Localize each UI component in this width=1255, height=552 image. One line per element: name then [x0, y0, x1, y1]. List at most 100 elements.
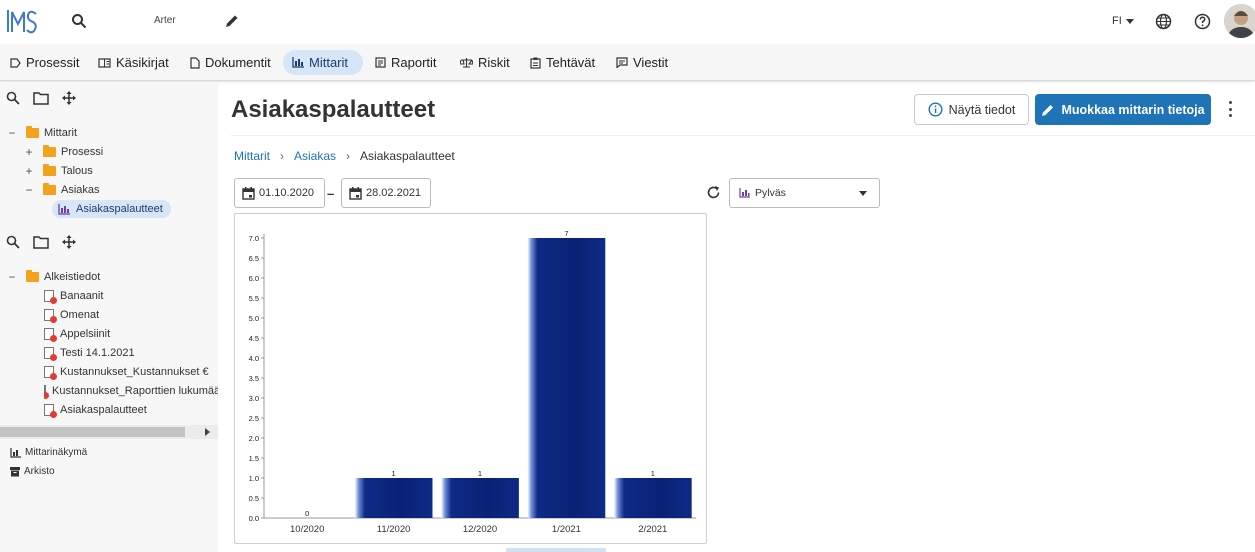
caret-down-icon [859, 191, 867, 196]
expand-toggle[interactable]: + [23, 164, 35, 178]
search-icon[interactable] [71, 13, 87, 29]
list-item[interactable]: Kustannukset_Raporttien lukumää [44, 382, 218, 400]
breadcrumb-asiakas[interactable]: Asiakas [294, 149, 336, 163]
link-mittarinakyma[interactable]: Mittarinäkymä [10, 447, 87, 458]
tree-label: Alkeistiedot [44, 271, 101, 283]
tab-viestit[interactable]: Viestit [607, 50, 677, 75]
tab-kasikirjat[interactable]: Käsikirjat [89, 50, 178, 75]
scrollbar-thumb[interactable] [0, 427, 185, 437]
tree-item-mittarit[interactable]: − Mittarit [6, 124, 77, 142]
move-icon[interactable] [62, 91, 76, 105]
tree-item-asiakas[interactable]: − Asiakas [23, 181, 100, 199]
tab-dokumentit[interactable]: Dokumentit [181, 50, 280, 75]
sidebar-toolbar-2 [6, 235, 76, 249]
chart-type-select[interactable]: Pylväs [729, 178, 880, 208]
folder-icon [26, 126, 39, 138]
y-tick-label: 6.0 [249, 274, 259, 283]
help-icon[interactable] [1194, 13, 1211, 30]
avatar[interactable] [1224, 4, 1255, 38]
calendar-icon [242, 186, 255, 200]
collapse-toggle[interactable]: − [6, 270, 18, 284]
search-icon[interactable] [6, 91, 20, 105]
folder-icon[interactable] [33, 235, 49, 249]
document-icon [190, 56, 200, 69]
start-date-field[interactable]: 01.10.2020 [234, 178, 325, 208]
show-info-button[interactable]: Näytä tiedot [914, 94, 1029, 125]
chart-bar [613, 478, 692, 518]
header-divider [231, 135, 1255, 136]
collapse-toggle[interactable]: − [23, 183, 35, 197]
refresh-icon[interactable] [706, 185, 721, 200]
bar-chart-icon [739, 188, 750, 198]
tab-label: Käsikirjat [116, 55, 169, 70]
tab-label: Prosessit [26, 55, 80, 70]
move-icon[interactable] [62, 235, 76, 249]
info-icon [928, 102, 943, 117]
tab-tehtavat[interactable]: Tehtävät [521, 50, 604, 75]
tab-prosessit[interactable]: Prosessit [1, 50, 88, 75]
tree-label: Talous [61, 165, 93, 177]
x-tick-label: 1/2021 [552, 524, 581, 535]
top-bar: Arter FI [0, 0, 1255, 44]
tab-label: Mittarit [309, 55, 348, 70]
chart-bar [527, 238, 606, 518]
tab-label: Viestit [633, 55, 669, 70]
end-date-field[interactable]: 28.02.2021 [341, 178, 431, 208]
folder-icon [43, 164, 56, 176]
collapse-toggle[interactable]: − [6, 126, 18, 140]
tab-label: Raportit [391, 55, 437, 70]
y-tick-label: 1.5 [249, 454, 259, 463]
tree-label: Kustannukset_Kustannukset € [60, 366, 209, 378]
link-arkisto[interactable]: Arkisto [10, 466, 55, 477]
horizontal-scrollbar[interactable] [0, 425, 218, 439]
tree-label: Asiakaspalautteet [60, 404, 147, 416]
chart-footer-tab[interactable] [506, 548, 606, 552]
data-document-icon [44, 309, 57, 323]
app-logo[interactable] [6, 6, 38, 36]
tab-mittarit[interactable]: Mittarit [283, 50, 363, 75]
message-icon [616, 57, 628, 68]
folder-icon[interactable] [33, 91, 49, 105]
bar-chart: 0.0 0.5 1.0 1.5 2.0 2.5 3.0 3.5 4.0 4.5 5.0 5.5 6.0 6… [234, 213, 707, 544]
tab-riskit[interactable]: Riskit [451, 50, 519, 75]
pencil-icon[interactable] [224, 13, 240, 29]
edit-meter-button[interactable]: Muokkaa mittarin tietoja [1035, 94, 1211, 125]
list-item[interactable]: Testi 14.1.2021 [44, 344, 135, 362]
tree-label: Prosessi [61, 146, 104, 158]
data-document-icon [44, 290, 57, 304]
list-item[interactable]: Kustannukset_Kustannukset € [44, 363, 209, 381]
y-tick-label: 4.0 [249, 354, 259, 363]
tree-label: Omenat [60, 309, 100, 321]
tree-label: Testi 14.1.2021 [60, 347, 135, 359]
breadcrumb-mittarit[interactable]: Mittarit [234, 149, 270, 163]
scroll-right-arrow-icon[interactable] [205, 428, 210, 436]
expand-toggle[interactable]: + [23, 145, 35, 159]
pencil-icon [1042, 104, 1054, 116]
button-label: Näytä tiedot [948, 102, 1016, 117]
y-tick-label: 2.5 [249, 414, 259, 423]
list-item[interactable]: Banaanit [44, 287, 103, 305]
list-item[interactable]: Omenat [44, 306, 99, 324]
link-label: Mittarinäkymä [25, 447, 88, 458]
main-nav: Prosessit Käsikirjat Dokumentit Mittarit… [0, 44, 1255, 81]
data-document-icon [44, 404, 57, 418]
list-item[interactable]: Appelsiinit [44, 325, 110, 343]
tree-item-prosessi[interactable]: + Prosessi [23, 143, 103, 161]
search-text[interactable]: Arter [154, 15, 176, 26]
globe-icon[interactable] [1155, 13, 1172, 30]
date-range-separator: – [327, 186, 335, 201]
language-label: FI [1112, 15, 1122, 27]
chart-bar [354, 478, 433, 518]
list-item[interactable]: Asiakaspalautteet [44, 401, 147, 419]
tree-label: Appelsiinit [60, 328, 111, 340]
tree-item-talous[interactable]: + Talous [23, 162, 93, 180]
tree-item-asiakaspalautteet[interactable]: Asiakaspalautteet [52, 200, 171, 218]
bar-chart-icon [58, 203, 70, 215]
language-select[interactable]: FI [1112, 15, 1134, 27]
scale-icon [460, 58, 473, 68]
tab-label: Tehtävät [546, 55, 596, 70]
search-icon[interactable] [6, 235, 20, 249]
tab-raportit[interactable]: Raportit [366, 50, 446, 75]
more-options-icon[interactable] [1222, 99, 1238, 119]
tree-item-alkeistiedot[interactable]: − Alkeistiedot [6, 268, 100, 286]
